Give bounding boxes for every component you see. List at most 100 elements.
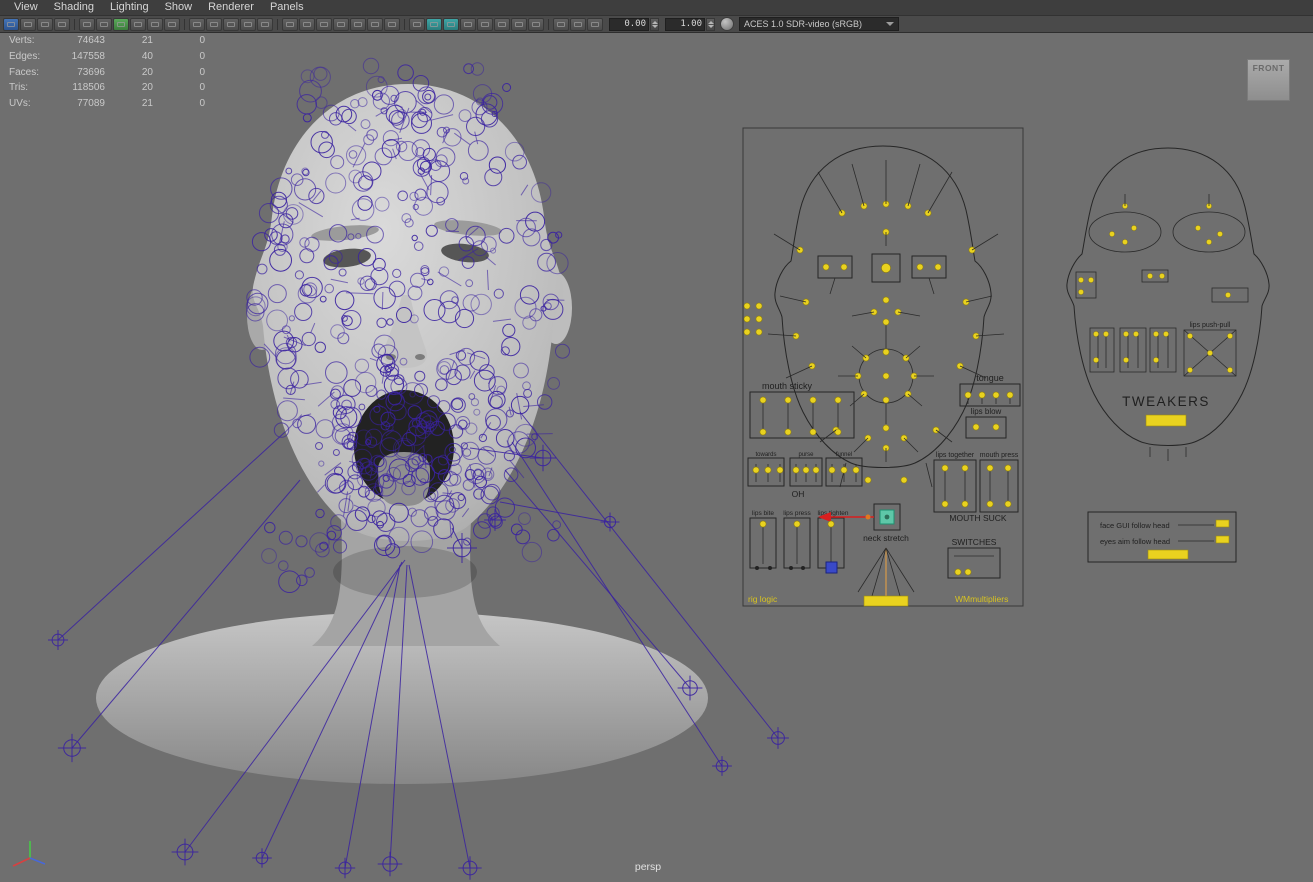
lighting-icon[interactable] bbox=[477, 18, 493, 31]
snap-to-curves-icon[interactable] bbox=[96, 18, 112, 31]
gui-control-dot[interactable] bbox=[835, 397, 841, 403]
gui-control-dot[interactable] bbox=[1227, 367, 1232, 372]
head-model[interactable] bbox=[96, 84, 708, 784]
tweakers-left-box[interactable] bbox=[1076, 272, 1096, 298]
screen-space-ao-icon[interactable] bbox=[511, 18, 527, 31]
gui-control-dot[interactable] bbox=[760, 521, 766, 527]
gui-control-dot[interactable] bbox=[794, 521, 800, 527]
blue-control-handle[interactable] bbox=[826, 562, 837, 573]
safe-title-icon[interactable] bbox=[384, 18, 400, 31]
wireframe-icon[interactable] bbox=[409, 18, 425, 31]
gui-control-dot[interactable] bbox=[1159, 273, 1164, 278]
exposure-spinner[interactable] bbox=[650, 18, 659, 31]
grid-icon[interactable] bbox=[282, 18, 298, 31]
two-d-pan-zoom-icon[interactable] bbox=[240, 18, 256, 31]
gui-dot-black[interactable] bbox=[768, 566, 772, 570]
gui-control-dot[interactable] bbox=[803, 467, 809, 473]
snap-to-view-planes-icon[interactable] bbox=[147, 18, 163, 31]
gui-control-dot[interactable] bbox=[1133, 331, 1138, 336]
gui-control-dot[interactable] bbox=[1007, 392, 1013, 398]
gui-control-dot[interactable] bbox=[1187, 367, 1192, 372]
gui-control-dot[interactable] bbox=[1078, 277, 1083, 282]
gui-dot-black[interactable] bbox=[755, 566, 759, 570]
smooth-shade-icon[interactable] bbox=[426, 18, 442, 31]
camera-bookmarks-icon[interactable] bbox=[206, 18, 222, 31]
gui-control-dot[interactable] bbox=[883, 297, 889, 303]
gui-control-dot[interactable] bbox=[883, 349, 889, 355]
gui-control-dot[interactable] bbox=[1005, 465, 1011, 471]
tweakers-left-eye-region[interactable] bbox=[1089, 212, 1161, 252]
exposure-field[interactable] bbox=[609, 18, 649, 31]
menu-panels[interactable]: Panels bbox=[262, 0, 312, 15]
gui-control-dot[interactable] bbox=[1227, 333, 1232, 338]
paint-select-icon[interactable] bbox=[37, 18, 53, 31]
mouth-press-box[interactable] bbox=[980, 460, 1018, 512]
select-tool-icon[interactable] bbox=[3, 18, 19, 31]
gui-control-dot[interactable] bbox=[1131, 225, 1136, 230]
gui-control-dot[interactable] bbox=[744, 303, 750, 309]
tweakers-slider-bar[interactable] bbox=[1146, 415, 1186, 426]
gui-control-dot[interactable] bbox=[973, 424, 979, 430]
gui-control-dot[interactable] bbox=[1195, 225, 1200, 230]
field-chart-icon[interactable] bbox=[350, 18, 366, 31]
menu-show[interactable]: Show bbox=[157, 0, 201, 15]
gui-control-dot[interactable] bbox=[883, 425, 889, 431]
gui-control-dot[interactable] bbox=[993, 392, 999, 398]
gui-control-dot[interactable] bbox=[1153, 357, 1158, 362]
gui-control-dot[interactable] bbox=[823, 264, 829, 270]
xray-icon[interactable] bbox=[570, 18, 586, 31]
gui-dot-black[interactable] bbox=[789, 566, 793, 570]
gui-control-dot[interactable] bbox=[1187, 333, 1192, 338]
make-live-icon[interactable] bbox=[164, 18, 180, 31]
anti-aliasing-icon[interactable] bbox=[528, 18, 544, 31]
gui-control-dot[interactable] bbox=[765, 467, 771, 473]
gui-control-dot[interactable] bbox=[829, 467, 835, 473]
gui-control-dot[interactable] bbox=[883, 373, 889, 379]
image-plane-icon[interactable] bbox=[223, 18, 239, 31]
gui-control-dot[interactable] bbox=[1207, 350, 1212, 355]
gui-control-dot[interactable] bbox=[1088, 277, 1093, 282]
gui-control-dot[interactable] bbox=[883, 397, 889, 403]
gui-control-dot[interactable] bbox=[753, 467, 759, 473]
shadows-icon[interactable] bbox=[494, 18, 510, 31]
gui-control-dot[interactable] bbox=[1093, 357, 1098, 362]
gui-control-dot[interactable] bbox=[917, 264, 923, 270]
gui-control-dot[interactable] bbox=[1123, 331, 1128, 336]
lasso-select-icon[interactable] bbox=[20, 18, 36, 31]
gui-control-dot[interactable] bbox=[993, 424, 999, 430]
gui-control-dot[interactable] bbox=[1078, 289, 1083, 294]
gui-control-dot[interactable] bbox=[942, 465, 948, 471]
gui-control-dot[interactable] bbox=[1163, 331, 1168, 336]
gui-control-dot[interactable] bbox=[1206, 239, 1211, 244]
face-gui-panel[interactable]: mouth sticky towards purse funnel OH lip… bbox=[743, 128, 1269, 606]
menu-lighting[interactable]: Lighting bbox=[102, 0, 157, 15]
gui-control-dot[interactable] bbox=[1225, 292, 1230, 297]
gui-control-dot[interactable] bbox=[962, 501, 968, 507]
gui-control-dot[interactable] bbox=[828, 521, 834, 527]
gui-control-dot[interactable] bbox=[813, 467, 819, 473]
gui-control-dot[interactable] bbox=[1109, 231, 1114, 236]
gui-control-dot[interactable] bbox=[1147, 273, 1152, 278]
gui-control-dot[interactable] bbox=[853, 467, 859, 473]
resolution-gate-icon[interactable] bbox=[316, 18, 332, 31]
gamma-spinner[interactable] bbox=[706, 18, 715, 31]
select-by-component-icon[interactable] bbox=[54, 18, 70, 31]
gui-control-dot[interactable] bbox=[1093, 331, 1098, 336]
snap-to-projected-center-icon[interactable] bbox=[130, 18, 146, 31]
viewport-canvas[interactable]: mouth sticky towards purse funnel OH lip… bbox=[0, 0, 1313, 882]
backface-culling-icon[interactable] bbox=[587, 18, 603, 31]
grease-pencil-icon[interactable] bbox=[257, 18, 273, 31]
camera-attributes-icon[interactable] bbox=[189, 18, 205, 31]
gui-control-dot[interactable] bbox=[865, 477, 871, 483]
neck-stretch-slider-bar[interactable] bbox=[864, 596, 908, 606]
gui-control-dot[interactable] bbox=[785, 429, 791, 435]
gui-control-dot[interactable] bbox=[962, 465, 968, 471]
gamma-field[interactable] bbox=[665, 18, 705, 31]
gui-control-dot[interactable] bbox=[841, 264, 847, 270]
gui-control-dot[interactable] bbox=[965, 569, 971, 575]
safe-action-icon[interactable] bbox=[367, 18, 383, 31]
gui-control-dot[interactable] bbox=[810, 429, 816, 435]
gui-control-dot[interactable] bbox=[987, 465, 993, 471]
gui-control-dot[interactable] bbox=[756, 329, 762, 335]
lips-together-box[interactable] bbox=[934, 460, 976, 512]
